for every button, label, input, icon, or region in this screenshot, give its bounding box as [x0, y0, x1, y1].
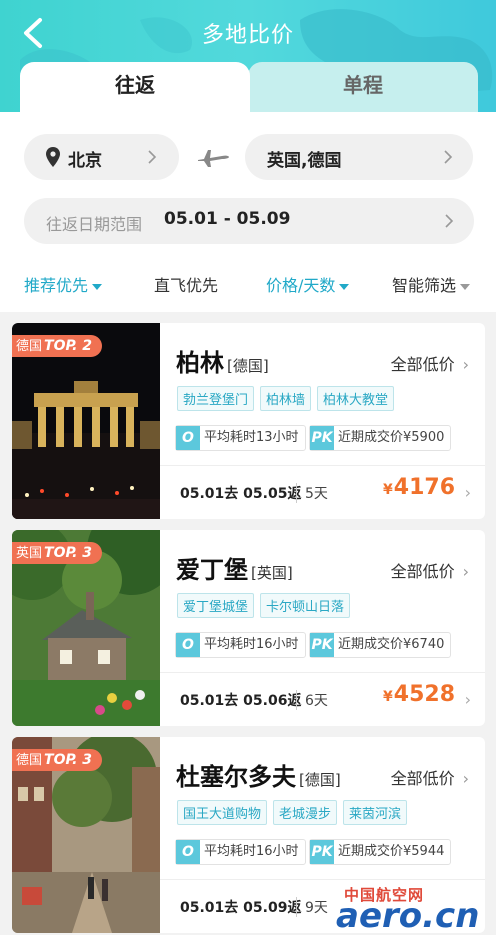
attraction-tags: 爱丁堡城堡 卡尔顿山日落 [177, 593, 356, 618]
tag: 爱丁堡城堡 [177, 593, 255, 618]
avg-duration: O 平均耗时16小时 [175, 839, 306, 865]
airplane-icon [198, 150, 229, 167]
trip-days: 5天 [296, 483, 328, 503]
clock-icon: O [176, 426, 200, 450]
sort-filter-bar: 推荐优先 直飞优先 价格/天数 智能筛选 [0, 262, 496, 304]
trip-dates: 05.01去 05.06返 [180, 693, 302, 709]
sort-price-days[interactable]: 价格/天数 [266, 272, 350, 296]
divider [160, 672, 485, 673]
destination-cities: 英国,德国 [267, 151, 342, 171]
attraction-tags: 国王大道购物 老城漫步 莱茵河滨 [177, 800, 413, 825]
chevron-right-icon [148, 150, 157, 164]
date-range-selector[interactable]: 往返日期范围 05.01 - 05.09 [24, 198, 474, 244]
tag: 柏林墙 [260, 386, 312, 411]
price: ¥4176 [383, 475, 455, 500]
city-name: 爱丁堡 [英国] [176, 556, 293, 584]
tag: 勃兰登堡门 [177, 386, 255, 411]
dropdown-triangle-icon [339, 283, 350, 290]
clock-icon: O [176, 840, 200, 864]
clock-icon: O [176, 633, 200, 657]
recent-price: PK 近期成交价¥5900 [309, 425, 452, 451]
recent-price: PK 近期成交价¥5944 [309, 839, 452, 865]
sort-recommended[interactable]: 推荐优先 [24, 272, 103, 296]
rank-badge: 德国 TOP. 2 [12, 335, 103, 357]
all-low-prices-link[interactable]: 全部低价 › [391, 558, 469, 582]
destination-card-edinburgh[interactable]: 英国 TOP. 3 爱丁堡 [英国] 全部低价 › 爱丁堡城堡 卡尔顿山日落 O 平均耗时… [12, 530, 485, 726]
smart-filter[interactable]: 智能筛选 [392, 272, 471, 296]
destination-card-berlin[interactable]: 德国 TOP. 2 柏林 [德国] 全部低价 › 勃兰登堡门 柏林墙 柏林大教堂 O 平均耗… [12, 323, 485, 519]
chevron-right-icon: › [462, 769, 469, 788]
trip-dates: 05.01去 05.09返 [180, 900, 302, 916]
recent-price: PK 近期成交价¥6740 [309, 632, 452, 658]
tab-roundtrip[interactable]: 往返 [20, 62, 250, 116]
pk-icon: PK [310, 426, 334, 450]
trip-days: 9天 [296, 897, 328, 917]
divider [160, 465, 485, 466]
chevron-right-icon [445, 214, 454, 228]
edinburgh-photo: 英国 TOP. 3 [12, 530, 160, 726]
rank-badge: 德国 TOP. 3 [12, 749, 103, 771]
trip-dates: 05.01去 05.05返 [180, 486, 302, 502]
dropdown-triangle-icon [92, 283, 103, 290]
origin-selector[interactable]: 北京 [24, 134, 179, 180]
chevron-right-icon [444, 150, 453, 164]
avg-duration: O 平均耗时13小时 [175, 425, 306, 451]
chevron-right-icon: › [462, 562, 469, 581]
tag: 老城漫步 [273, 800, 338, 825]
chevron-right-icon[interactable]: › [465, 483, 471, 502]
date-range-value: 05.01 - 05.09 [164, 209, 291, 229]
location-pin-icon [46, 147, 60, 167]
trip-days: 6天 [296, 690, 328, 710]
tag: 国王大道购物 [177, 800, 268, 825]
sort-direct-first[interactable]: 直飞优先 [154, 272, 218, 296]
page-title: 多地比价 [201, 23, 294, 48]
tab-oneway[interactable]: 单程 [248, 62, 478, 112]
pk-icon: PK [310, 840, 334, 864]
all-low-prices-link[interactable]: 全部低价 › [391, 765, 469, 789]
avg-duration: O 平均耗时16小时 [175, 632, 306, 658]
berlin-photo: 德国 TOP. 2 [12, 323, 160, 519]
tag: 卡尔顿山日落 [260, 593, 351, 618]
rank-badge: 英国 TOP. 3 [12, 542, 103, 564]
city-name: 杜塞尔多夫 [德国] [176, 763, 341, 791]
destination-selector[interactable]: 英国,德国 [245, 134, 473, 180]
origin-city: 北京 [68, 151, 102, 171]
chevron-right-icon: › [462, 355, 469, 374]
chevron-right-icon[interactable]: › [465, 690, 471, 709]
attraction-tags: 勃兰登堡门 柏林墙 柏林大教堂 [177, 386, 400, 411]
watermark-logo: 中国航空网 aero.cn [336, 886, 480, 935]
divider [160, 879, 485, 880]
tag: 柏林大教堂 [317, 386, 395, 411]
price: ¥4528 [383, 682, 455, 707]
pk-icon: PK [310, 633, 334, 657]
tag: 莱茵河滨 [343, 800, 408, 825]
date-range-label: 往返日期范围 [46, 215, 143, 234]
all-low-prices-link[interactable]: 全部低价 › [391, 351, 469, 375]
city-name: 柏林 [德国] [176, 349, 269, 377]
dusseldorf-photo: 德国 TOP. 3 [12, 737, 160, 933]
dropdown-triangle-icon [460, 283, 471, 290]
